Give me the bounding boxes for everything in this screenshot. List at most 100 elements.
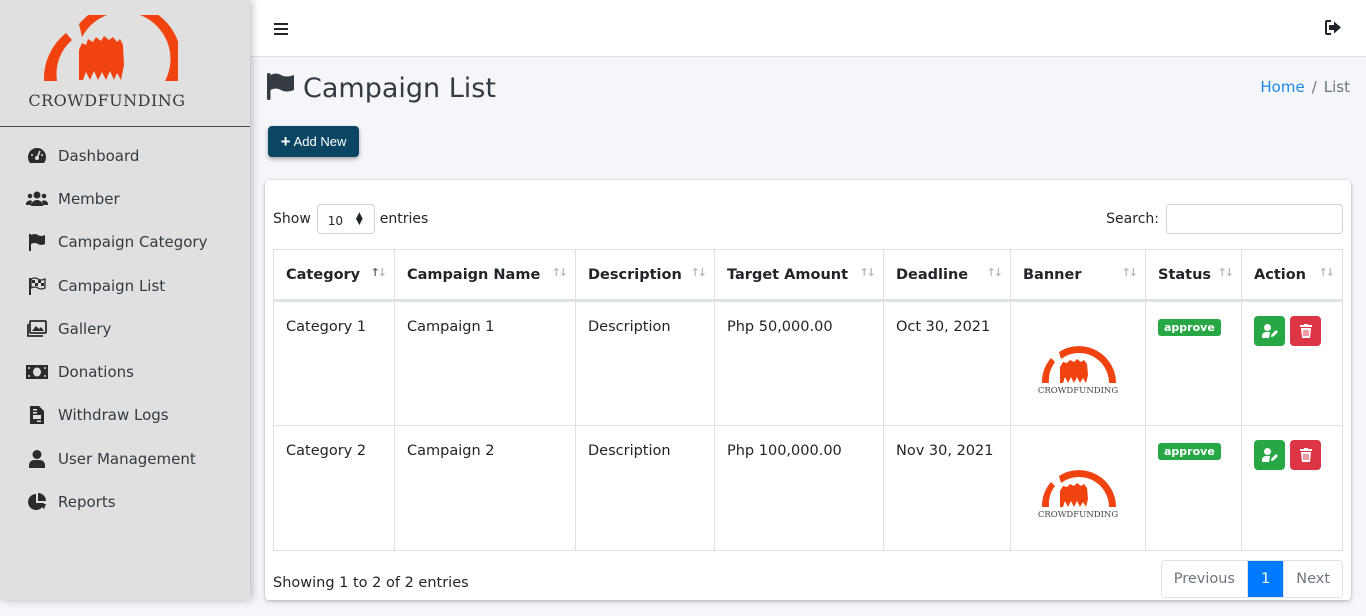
cell-deadline: Nov 30, 2021 xyxy=(883,425,1011,551)
column-header-description[interactable]: Description ↑↓ xyxy=(575,249,715,302)
sort-icon: ↑↓ xyxy=(1318,266,1336,279)
users-icon xyxy=(26,189,48,209)
chart-pie-icon xyxy=(26,492,48,512)
crowdfunding-logo-icon xyxy=(43,15,178,81)
sidebar-item-label: Campaign List xyxy=(58,276,166,295)
delete-button[interactable] xyxy=(1290,316,1321,346)
banner-image: CROWDFUNDING xyxy=(1038,345,1118,395)
sidebar: CROWDFUNDING Dashboard Member Campaign C… xyxy=(0,0,250,600)
campaign-table-card: Show 10 ▲ ▼ entries Search: Category ↑↓ Ca… xyxy=(265,180,1351,600)
sidebar-nav: Dashboard Member Campaign Category Campa… xyxy=(0,127,250,524)
sort-icon: ↑↓ xyxy=(986,266,1004,279)
flag-checkered-icon xyxy=(26,276,48,296)
column-label: Category xyxy=(286,266,361,283)
table-row: Category 1 Campaign 1 Description Php 50… xyxy=(273,300,1343,426)
cell-target-amount: Php 100,000.00 xyxy=(714,425,884,551)
sidebar-item-label: Withdraw Logs xyxy=(58,406,169,425)
cell-campaign-name: Campaign 1 xyxy=(394,300,576,426)
cell-action xyxy=(1241,425,1343,551)
banner-image: CROWDFUNDING xyxy=(1038,470,1119,519)
sidebar-item-label: Reports xyxy=(58,493,116,512)
select-arrows-icon: ▲ ▼ xyxy=(355,211,363,227)
cell-banner: CROWDFUNDING xyxy=(1010,300,1146,426)
breadcrumb-current: List xyxy=(1323,78,1350,96)
column-header-campaign-name[interactable]: Campaign Name ↑↓ xyxy=(394,249,576,302)
column-header-status[interactable]: Status ↑↓ xyxy=(1145,249,1242,302)
sidebar-item-reports[interactable]: Reports xyxy=(0,480,250,523)
search-input[interactable] xyxy=(1166,204,1343,234)
edit-button[interactable] xyxy=(1254,440,1285,470)
pagination-page-1[interactable]: 1 xyxy=(1246,561,1285,597)
sidebar-item-gallery[interactable]: Gallery xyxy=(0,307,250,350)
search-control: Search: xyxy=(1106,204,1343,234)
cell-status: approve xyxy=(1145,300,1242,426)
search-label: Search: xyxy=(1106,211,1159,227)
sidebar-item-campaign-category[interactable]: Campaign Category xyxy=(0,221,250,264)
cell-action xyxy=(1241,300,1343,426)
flag-icon xyxy=(26,232,48,252)
cell-description: Description xyxy=(575,425,715,551)
sort-icon: ↑↓ xyxy=(1217,266,1235,279)
sidebar-item-label: Donations xyxy=(58,363,134,382)
bars-icon[interactable] xyxy=(274,21,288,35)
cell-target-amount: Php 50,000.00 xyxy=(714,300,884,426)
edit-button[interactable] xyxy=(1254,316,1285,346)
page-length-control: Show 10 ▲ ▼ entries xyxy=(273,204,428,234)
breadcrumb-separator: / xyxy=(1311,78,1317,96)
add-new-label: Add New xyxy=(293,134,347,149)
sort-icon: ↑↓ xyxy=(370,266,388,279)
column-label: Description xyxy=(588,266,682,283)
status-badge: approve xyxy=(1158,319,1221,336)
file-invoice-icon xyxy=(26,405,48,425)
column-header-category[interactable]: Category ↑↓ xyxy=(273,249,395,302)
plus-icon: + xyxy=(280,132,291,151)
svg-text:CROWDFUNDING: CROWDFUNDING xyxy=(1038,510,1119,519)
column-label: Status xyxy=(1158,266,1212,283)
sidebar-item-label: Dashboard xyxy=(58,146,140,165)
sidebar-item-donations[interactable]: Donations xyxy=(0,350,250,393)
sidebar-item-campaign-list[interactable]: Campaign List xyxy=(0,264,250,307)
sidebar-item-label: Campaign Category xyxy=(58,233,208,252)
column-header-banner[interactable]: Banner ↑↓ xyxy=(1010,249,1146,302)
cell-deadline: Oct 30, 2021 xyxy=(883,300,1011,426)
sort-icon: ↑↓ xyxy=(551,266,569,279)
user-icon xyxy=(26,449,48,469)
page-length-select[interactable]: 10 ▲ ▼ xyxy=(316,204,375,234)
sidebar-item-member[interactable]: Member xyxy=(0,177,250,220)
breadcrumb-home-link[interactable]: Home xyxy=(1260,78,1304,96)
money-bill-icon xyxy=(26,362,48,382)
sign-out-icon[interactable] xyxy=(1325,20,1342,39)
sidebar-item-user-management[interactable]: User Management xyxy=(0,437,250,480)
brand-logo[interactable]: CROWDFUNDING xyxy=(0,0,250,127)
delete-button[interactable] xyxy=(1290,440,1321,470)
status-badge: approve xyxy=(1158,443,1221,460)
user-edit-icon xyxy=(1261,324,1278,338)
column-label: Action xyxy=(1254,266,1307,283)
sidebar-item-dashboard[interactable]: Dashboard xyxy=(0,134,250,177)
show-label: Show xyxy=(273,211,311,227)
cell-campaign-name: Campaign 2 xyxy=(394,425,576,551)
column-header-target-amount[interactable]: Target Amount ↑↓ xyxy=(714,249,884,302)
page-title: Campaign List xyxy=(266,72,496,104)
add-new-button[interactable]: + Add New xyxy=(268,126,359,157)
sidebar-item-label: Gallery xyxy=(58,319,112,338)
column-header-action[interactable]: Action ↑↓ xyxy=(1241,249,1343,302)
cell-category: Category 1 xyxy=(273,300,395,426)
pagination-previous[interactable]: Previous xyxy=(1162,561,1247,597)
trash-icon xyxy=(1299,448,1312,462)
page-length-value: 10 xyxy=(327,214,344,228)
entries-label: entries xyxy=(379,211,429,227)
campaign-table: Category ↑↓ Campaign Name ↑↓ Description ↑↓… xyxy=(273,249,1343,551)
tachometer-icon xyxy=(26,146,48,166)
cell-category: Category 2 xyxy=(273,425,395,551)
images-icon xyxy=(26,319,48,339)
sidebar-item-withdraw-logs[interactable]: Withdraw Logs xyxy=(0,394,250,437)
pagination-next[interactable]: Next xyxy=(1284,561,1342,597)
column-header-deadline[interactable]: Deadline ↑↓ xyxy=(883,249,1011,302)
user-edit-icon xyxy=(1261,448,1278,462)
sidebar-item-label: User Management xyxy=(58,449,196,468)
top-navbar xyxy=(250,0,1366,57)
sort-icon: ↑↓ xyxy=(690,266,708,279)
cell-banner: CROWDFUNDING xyxy=(1010,425,1146,551)
table-info: Showing 1 to 2 of 2 entries xyxy=(273,575,469,591)
